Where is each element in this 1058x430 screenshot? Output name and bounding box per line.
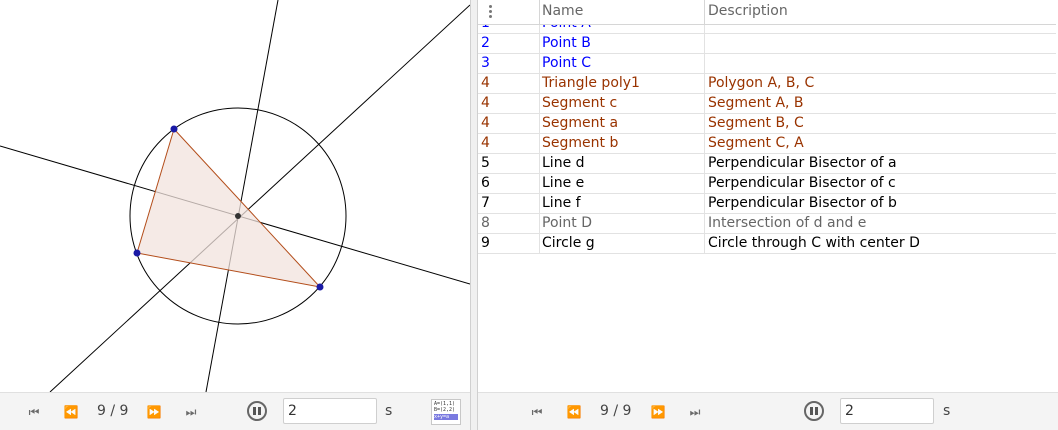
row-number: 4 [481, 115, 490, 131]
point-d[interactable] [235, 213, 241, 219]
algebra-icon-line: x+y=a [434, 414, 458, 420]
graphics-view[interactable]: ⏮ ⏪ 9 / 9 ⏩ ⏭ s A=(1,1) B=(2,2) x+y=a [0, 0, 470, 430]
previous-step-icon[interactable]: ⏪ [61, 404, 81, 420]
step-counter: 9 / 9 [600, 403, 632, 419]
playbar-left: ⏮ ⏪ 9 / 9 ⏩ ⏭ s A=(1,1) B=(2,2) x+y=a [0, 392, 470, 430]
row-description: Circle through C with center D [708, 235, 920, 251]
protocol-table: 1 Point A 2 Point B 3 Point C 4 Triangle poly1 P… [478, 24, 1056, 264]
speed-input[interactable] [283, 398, 377, 424]
last-step-icon[interactable]: ⏭ [181, 404, 201, 420]
row-name: Line d [542, 155, 585, 171]
speed-input[interactable] [840, 398, 934, 424]
row-name: Segment b [542, 135, 619, 151]
table-row[interactable]: 4 Triangle poly1 Polygon A, B, C [478, 74, 1056, 94]
row-name: Line e [542, 175, 585, 191]
pause-button[interactable] [804, 401, 824, 421]
row-name: Triangle poly1 [542, 75, 640, 91]
row-number: 5 [481, 155, 490, 171]
first-step-icon[interactable]: ⏮ [24, 404, 44, 420]
header-description[interactable]: Description [708, 3, 788, 19]
row-number: 6 [481, 175, 490, 191]
row-number: 7 [481, 195, 490, 211]
row-number: 3 [481, 55, 490, 71]
row-number: 4 [481, 75, 490, 91]
playbar-right: ⏮ ⏪ 9 / 9 ⏩ ⏭ s [478, 392, 1058, 430]
table-row[interactable]: 5 Line d Perpendicular Bisector of a [478, 154, 1056, 174]
row-name: Circle g [542, 235, 595, 251]
row-description: Perpendicular Bisector of c [708, 175, 896, 191]
row-description: Perpendicular Bisector of a [708, 155, 897, 171]
column-menu-icon[interactable] [484, 3, 496, 19]
row-name: Line f [542, 195, 581, 211]
triangle-poly1[interactable] [136, 128, 322, 288]
row-name: Point D [542, 215, 592, 231]
row-description: Perpendicular Bisector of b [708, 195, 897, 211]
table-row[interactable]: 2 Point B [478, 34, 1056, 54]
row-name: Segment c [542, 95, 618, 111]
header-name[interactable]: Name [542, 3, 583, 19]
row-name: Point C [542, 55, 591, 71]
line-f[interactable] [49, 4, 470, 392]
row-name: Point B [542, 35, 591, 51]
row-number: 1 [481, 24, 490, 33]
speed-unit: s [385, 403, 393, 419]
speed-unit: s [943, 403, 951, 419]
point-c[interactable] [316, 283, 324, 291]
point-a[interactable] [170, 125, 178, 133]
table-row[interactable]: 7 Line f Perpendicular Bisector of b [478, 194, 1056, 214]
row-number: 2 [481, 35, 490, 51]
algebra-view-icon[interactable]: A=(1,1) B=(2,2) x+y=a [431, 399, 461, 425]
table-row[interactable]: 6 Line e Perpendicular Bisector of c [478, 174, 1056, 194]
row-name: Segment a [542, 115, 619, 131]
protocol-header: Name Description [478, 0, 1056, 25]
table-row[interactable]: 4 Segment b Segment C, A [478, 134, 1056, 154]
row-number: 4 [481, 95, 490, 111]
algebra-icon-line: B=(2,2) [434, 407, 456, 413]
construction-protocol: 1 Point A 2 Point B 3 Point C 4 Triangle poly1 P… [478, 0, 1058, 430]
row-number: 8 [481, 215, 490, 231]
table-row[interactable]: 4 Segment c Segment A, B [478, 94, 1056, 114]
table-row[interactable]: 8 Point D Intersection of d and e [478, 214, 1056, 234]
row-number: 4 [481, 135, 490, 151]
previous-step-icon[interactable]: ⏪ [564, 404, 584, 420]
table-row[interactable]: 1 Point A [478, 24, 1056, 34]
row-description: Segment B, C [708, 115, 804, 131]
next-step-icon[interactable]: ⏩ [648, 404, 668, 420]
row-description: Polygon A, B, C [708, 75, 815, 91]
next-step-icon[interactable]: ⏩ [144, 404, 164, 420]
row-name: Point A [542, 24, 591, 33]
pause-button[interactable] [247, 401, 267, 421]
table-row[interactable]: 9 Circle g Circle through C with center D [478, 234, 1056, 254]
first-step-icon[interactable]: ⏮ [527, 404, 547, 420]
last-step-icon[interactable]: ⏭ [685, 404, 705, 420]
view-splitter[interactable] [470, 0, 478, 430]
table-row[interactable]: 3 Point C [478, 54, 1056, 74]
step-counter: 9 / 9 [97, 403, 129, 419]
row-description: Intersection of d and e [708, 215, 867, 231]
geometry-canvas[interactable] [0, 0, 470, 392]
row-description: Segment C, A [708, 135, 804, 151]
point-b[interactable] [133, 249, 141, 257]
row-number: 9 [481, 235, 490, 251]
table-row[interactable]: 4 Segment a Segment B, C [478, 114, 1056, 134]
row-description: Segment A, B [708, 95, 804, 111]
